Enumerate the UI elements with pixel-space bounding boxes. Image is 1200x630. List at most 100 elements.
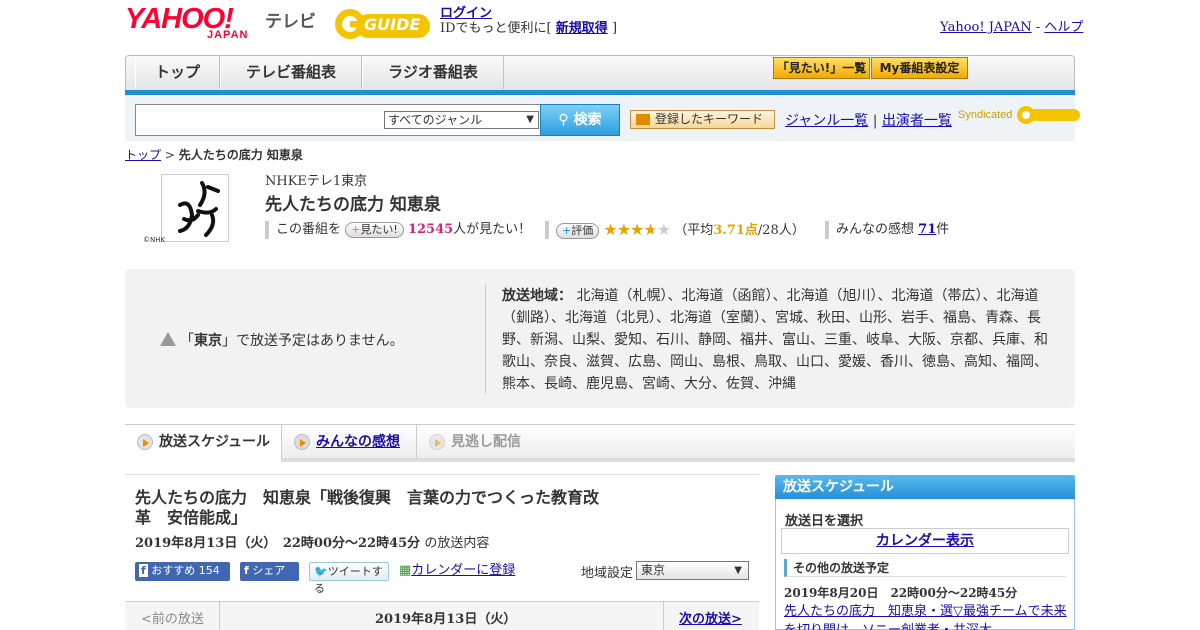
other-broadcast-date: 2019年8月20日 22時00分～22時45分 bbox=[784, 586, 1018, 600]
search-button[interactable]: ⚲ 検索 bbox=[540, 104, 620, 136]
genre-select-value: すべてのジャンル bbox=[388, 113, 483, 127]
calendar-register[interactable]: ▦カレンダーに登録 bbox=[399, 562, 515, 581]
breadcrumb-current: 先人たちの底力 知恵泉 bbox=[178, 148, 303, 162]
performer-list-link[interactable]: 出演者一覧 bbox=[882, 113, 952, 129]
nav-date: 2019年8月13日（火） bbox=[375, 612, 517, 627]
no-broadcast-message: 「東京」で放送予定はありません。 bbox=[160, 330, 404, 350]
content-tabs: 放送スケジュール みんなの感想 見逃し配信 bbox=[125, 424, 1075, 463]
yahoo-japan-logo[interactable]: YAHOO! JAPAN bbox=[125, 5, 261, 42]
breadcrumb-top-link[interactable]: トップ bbox=[125, 148, 161, 162]
rating-stat: +評価 ★★★★★ （平均3.71点/28人） bbox=[545, 221, 805, 239]
registered-keyword-label: 登録したキーワード bbox=[655, 112, 764, 126]
region-select-value: 東京 bbox=[641, 563, 666, 577]
chevron-down-icon: ▼ bbox=[734, 565, 742, 576]
no-broadcast-pre: 「 bbox=[180, 333, 194, 349]
thumb-caption: ©NHK bbox=[143, 236, 166, 244]
search-icon: ⚲ bbox=[558, 112, 574, 128]
other-broadcast-link[interactable]: 先人たちの底力 知恵泉・選▽最強チームで未来を切り開け ソニー創業者・井深大 bbox=[784, 602, 1069, 630]
episode-date: 2019年8月13日（火） 22時00分～22時45分 の放送内容 bbox=[135, 532, 489, 551]
twitter-icon: 🐦 bbox=[314, 565, 328, 578]
gguide-text: GUIDE bbox=[364, 15, 421, 34]
tab-vod-label: 見逃し配信 bbox=[451, 434, 521, 450]
want-stat: この番組を +見たい! 12545人が見たい！ bbox=[265, 221, 531, 239]
sidebar-title: 放送スケジュール bbox=[775, 475, 1075, 499]
facebook-share-button[interactable]: f シェア bbox=[240, 562, 299, 581]
calendar-register-link: カレンダーに登録 bbox=[411, 563, 516, 578]
tab-schedule[interactable]: 放送スケジュール bbox=[125, 425, 282, 463]
fb-share-label: シェア bbox=[252, 564, 286, 577]
gguide-small-logo-icon bbox=[1016, 106, 1080, 124]
login-link[interactable]: ログイン bbox=[440, 6, 492, 21]
tweet-button[interactable]: 🐦ツイートする bbox=[309, 562, 389, 595]
login-prefix: IDでもっと便利に[ bbox=[440, 21, 552, 36]
broadcast-area-label: 放送地域： bbox=[502, 288, 572, 304]
genre-list-link[interactable]: ジャンル一覧 bbox=[785, 113, 868, 129]
dropdown-icon bbox=[636, 114, 650, 125]
rate-button[interactable]: +評価 bbox=[556, 222, 600, 239]
facebook-icon: f bbox=[244, 564, 249, 577]
logo-japan-text: JAPAN bbox=[207, 29, 249, 41]
login-area: ログイン IDでもっと便利に[ 新規取得 ] bbox=[440, 6, 617, 36]
broadcast-area-list: 北海道（札幌）、北海道（函館）、北海道（旭川）、北海道（帯広）、北海道（釧路）、… bbox=[502, 288, 1048, 392]
rating-open: （平均 bbox=[674, 223, 714, 238]
next-broadcast-link[interactable]: 次の放送> bbox=[679, 608, 742, 627]
reviews-label: みんなの感想 bbox=[836, 222, 915, 237]
play-icon bbox=[294, 434, 310, 450]
want-suffix: 人が見たい！ bbox=[453, 222, 532, 237]
region-select[interactable]: 東京 ▼ bbox=[636, 561, 749, 580]
play-icon bbox=[429, 434, 445, 450]
want-button[interactable]: +見たい! bbox=[345, 221, 404, 238]
reviews-count-link[interactable]: 71 bbox=[918, 222, 936, 237]
breadcrumb-separator: > bbox=[164, 148, 175, 162]
episode-date-suffix: の放送内容 bbox=[424, 536, 490, 551]
syndicated-gguide: Syndicated bbox=[958, 103, 1080, 127]
warning-icon bbox=[160, 332, 176, 346]
main-nav: トップ テレビ番組表 ラジオ番組表 「見たい!」一覧 My番組表設定 bbox=[125, 55, 1075, 95]
breadcrumb: トップ > 先人たちの底力 知恵泉 bbox=[125, 146, 303, 163]
nav-tab-radio[interactable]: ラジオ番組表 bbox=[362, 56, 504, 89]
reviews-stat: みんなの感想 71件 bbox=[825, 221, 949, 239]
nav-tab-top[interactable]: トップ bbox=[135, 56, 220, 89]
prev-broadcast: <前の放送 bbox=[141, 612, 204, 627]
program-thumbnail: ©NHK bbox=[143, 170, 231, 246]
calligraphy-icon bbox=[178, 181, 220, 237]
tab-reviews-label: みんなの感想 bbox=[316, 434, 400, 450]
top-links: Yahoo! JAPAN - ヘルプ bbox=[940, 16, 1083, 35]
search-button-label: 検索 bbox=[573, 112, 602, 128]
nav-divider bbox=[219, 602, 220, 630]
register-link[interactable]: 新規取得 bbox=[556, 21, 608, 36]
reviews-suffix: 件 bbox=[936, 222, 950, 237]
rate-button-label: 評価 bbox=[571, 223, 594, 237]
tab-reviews[interactable]: みんなの感想 bbox=[282, 425, 417, 459]
episode-title: 先人たちの底力 知恵泉「戦後復興 言葉の力でつくった教育改革 安倍能成」 bbox=[135, 488, 600, 527]
registered-keyword-button[interactable]: 登録したキーワード bbox=[630, 110, 775, 129]
yahoo-japan-link[interactable]: Yahoo! JAPAN bbox=[940, 20, 1032, 35]
calendar-icon: ▦ bbox=[399, 563, 412, 578]
episode-datetime: 2019年8月13日（火） 22時00分～22時45分 bbox=[135, 536, 421, 551]
facebook-recommend-button[interactable]: f おすすめ 154 bbox=[135, 562, 230, 581]
plus-icon: + bbox=[562, 223, 572, 237]
want-count: 12545 bbox=[407, 222, 454, 237]
genre-select[interactable]: すべてのジャンル ▼ bbox=[384, 111, 539, 129]
my-program-button[interactable]: My番組表設定 bbox=[871, 57, 968, 79]
want-button-label: 見たい! bbox=[360, 222, 398, 236]
help-link[interactable]: ヘルプ bbox=[1044, 20, 1083, 35]
want-list-button[interactable]: 「見たい!」一覧 bbox=[773, 57, 870, 79]
select-day-label: 放送日を選択 bbox=[785, 514, 864, 529]
calendar-view-button[interactable]: カレンダー表示 bbox=[781, 528, 1069, 554]
links-pipe: | bbox=[872, 113, 878, 129]
no-broadcast-post: 」で放送予定はありません。 bbox=[222, 333, 404, 349]
nav-tab-tv[interactable]: テレビ番組表 bbox=[220, 56, 362, 89]
search-links: ジャンル一覧 | 出演者一覧 bbox=[785, 110, 952, 130]
syndicated-text: Syndicated bbox=[958, 108, 1013, 121]
this-program-label: この番組を bbox=[276, 222, 342, 237]
gguide-logo[interactable]: GUIDE bbox=[334, 6, 434, 42]
tab-vod[interactable]: 見逃し配信 bbox=[417, 425, 557, 459]
region-label: 地域設定 bbox=[581, 566, 634, 581]
rating-count: /28人） bbox=[757, 223, 805, 238]
program-title: 先人たちの底力 知恵泉 bbox=[265, 195, 441, 215]
fb-recommend-count: 154 bbox=[198, 564, 220, 577]
plus-icon: + bbox=[351, 222, 361, 236]
link-separator: - bbox=[1035, 20, 1041, 35]
area-divider bbox=[485, 284, 486, 394]
